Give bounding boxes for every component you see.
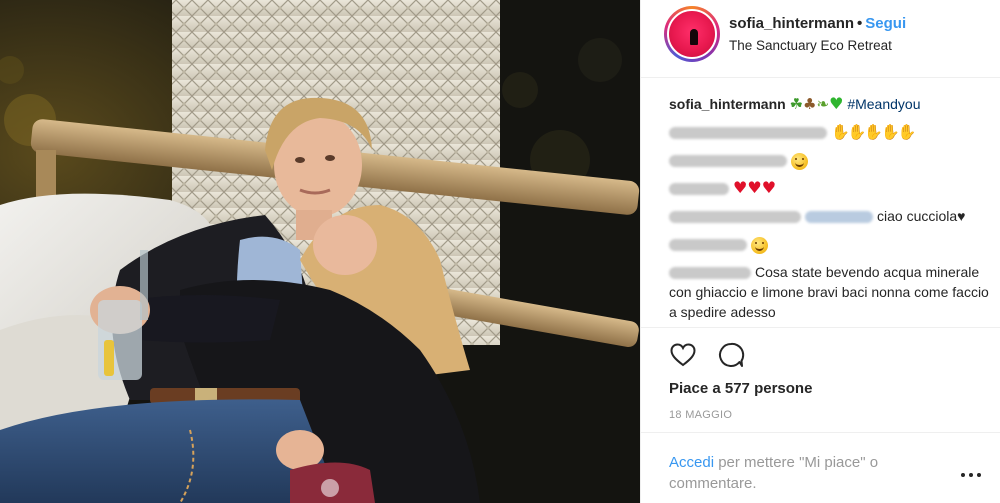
heart-emoji-icon: ♥♥♥: [733, 178, 777, 197]
comment-row: [669, 150, 989, 170]
comment-row: [669, 234, 989, 254]
comment-row: ✋✋✋✋✋: [669, 122, 989, 142]
blurred-mention[interactable]: [805, 211, 873, 224]
comment-bubble-icon[interactable]: [717, 341, 745, 369]
divider: [641, 327, 1000, 328]
username-row: sofia_hintermann • Segui: [729, 15, 906, 32]
blurred-username[interactable]: [669, 183, 729, 196]
post-date[interactable]: 18 MAGGIO: [669, 409, 732, 421]
post-header: sofia_hintermann • Segui The Sanctuary Eco…: [641, 0, 1000, 78]
blurred-username[interactable]: [669, 239, 747, 252]
photo-image: [0, 0, 640, 503]
blurred-username[interactable]: [669, 211, 801, 224]
caption: sofia_hintermann ☘♣❧♥ #Meandyou: [669, 94, 989, 114]
comment-text: ciao cucciola♥: [877, 208, 966, 224]
login-prompt: Accedi per mettere "Mi piace" o commenta…: [669, 452, 909, 494]
divider: [641, 432, 1000, 433]
smile-emoji-icon: [751, 236, 768, 254]
blurred-username[interactable]: [669, 267, 751, 280]
separator-dot: •: [857, 15, 863, 32]
post-photo[interactable]: [0, 0, 640, 503]
post-sidebar: sofia_hintermann • Segui The Sanctuary Eco…: [640, 0, 1000, 503]
comment-row: ciao cucciola♥: [669, 206, 989, 226]
login-link[interactable]: Accedi: [669, 454, 714, 471]
comment-row: ♥♥♥: [669, 178, 989, 198]
likes-count[interactable]: Piace a 577 persone: [669, 380, 812, 397]
location-link[interactable]: The Sanctuary Eco Retreat: [729, 38, 892, 53]
caterpillar-emoji-icon: ❧: [816, 95, 830, 113]
smile-emoji-icon: [791, 152, 808, 170]
follow-button[interactable]: Segui: [865, 15, 906, 32]
avatar-story-ring[interactable]: [664, 6, 720, 62]
blurred-username[interactable]: [669, 155, 787, 168]
avatar[interactable]: [667, 9, 717, 59]
comment-row: Cosa state bevendo acqua minerale con gh…: [669, 262, 989, 322]
paw-emoji-icon: ♣: [803, 95, 817, 113]
leaf-emoji-icon: ☘: [789, 95, 804, 113]
more-options-icon[interactable]: [961, 470, 985, 480]
caption-username[interactable]: sofia_hintermann: [669, 96, 786, 112]
comments-list: sofia_hintermann ☘♣❧♥ #Meandyou ✋✋✋✋✋ ♥♥…: [669, 94, 989, 330]
username-link[interactable]: sofia_hintermann: [729, 15, 854, 32]
blurred-username[interactable]: [669, 127, 827, 140]
like-heart-icon[interactable]: [669, 341, 697, 369]
action-bar: [669, 341, 745, 371]
hand-emoji-icon: ✋✋✋✋✋: [831, 123, 916, 141]
green-heart-emoji-icon: ♥: [829, 94, 844, 113]
hashtag-link[interactable]: #Meandyou: [847, 96, 920, 112]
